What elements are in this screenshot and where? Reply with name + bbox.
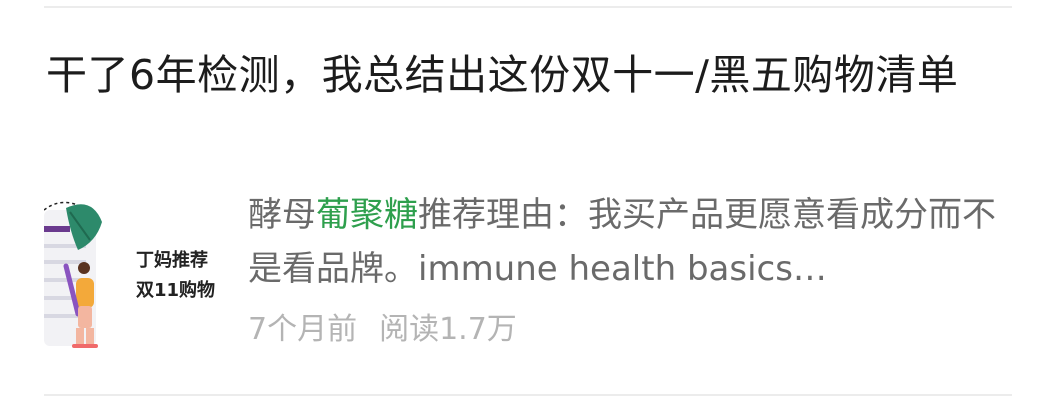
- article-meta: 7个月前 阅读1.7万: [248, 310, 539, 350]
- article-title[interactable]: 干了6年检测，我总结出这份双十一/黑五购物清单: [46, 46, 1006, 104]
- thumbnail-caption: 丁妈推荐 双11购物: [136, 246, 222, 306]
- thumbnail-caption-line2: 双11购物: [136, 280, 216, 301]
- bottom-divider: [44, 394, 1012, 396]
- article-card[interactable]: 干了6年检测，我总结出这份双十一/黑五购物清单 丁妈推荐 双11购物 酵母葡聚糖…: [0, 0, 1056, 401]
- article-summary[interactable]: 酵母葡聚糖推荐理由：我买产品更愿意看成分而不是看品牌。immune health…: [248, 188, 1018, 296]
- thumbnail-caption-line1: 丁妈推荐: [136, 250, 208, 271]
- publish-time: 7个月前: [248, 312, 358, 347]
- read-count: 阅读1.7万: [379, 312, 517, 347]
- article-thumbnail[interactable]: 丁妈推荐 双11购物: [44, 196, 222, 354]
- summary-prefix: 酵母: [248, 195, 316, 235]
- summary-keyword-link[interactable]: 葡聚糖: [316, 195, 418, 235]
